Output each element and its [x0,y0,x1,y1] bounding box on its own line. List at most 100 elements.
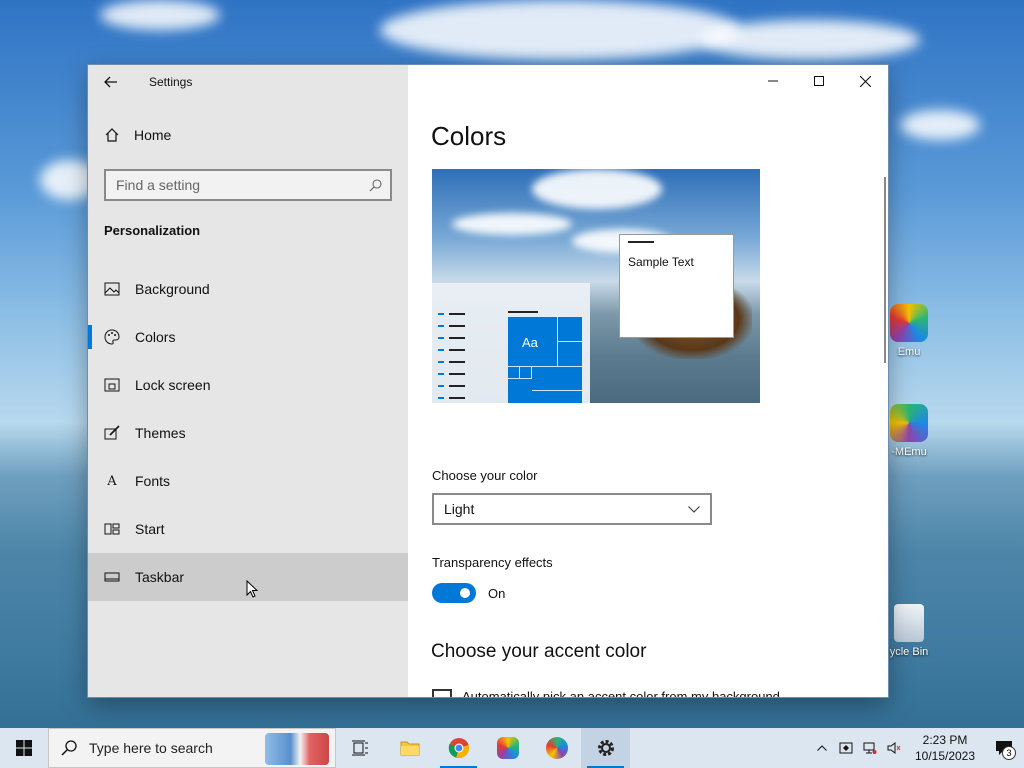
sidebar-item-label: Start [135,521,165,537]
transparency-label: Transparency effects [432,555,553,570]
checkbox-label: Automatically pick an accent color from … [462,689,780,697]
preview-window: Sample Text [619,234,734,338]
cloud [700,20,920,60]
toggle-switch[interactable] [432,583,476,603]
file-explorer-button[interactable] [385,728,434,768]
preview-tile-label: Aa [522,335,538,350]
section-heading: Personalization [104,223,201,238]
close-button[interactable] [842,65,888,97]
memu-icon [890,304,928,342]
recycle-bin-icon [894,604,924,642]
personalization-nav: Background Colors Lock screen Themes A F… [88,265,408,601]
start-button[interactable] [0,728,48,768]
sidebar-item-label: Background [135,281,210,297]
taskbar-clock[interactable]: 2:23 PM 10/15/2023 [906,732,984,764]
volume-button[interactable] [882,728,906,768]
memu-icon [496,737,519,759]
action-center-button[interactable]: 3 [984,728,1024,768]
back-button[interactable] [88,65,134,99]
sidebar-item-fonts[interactable]: A Fonts [88,457,408,505]
minimize-button[interactable] [750,65,796,97]
find-setting-search[interactable] [104,169,392,201]
show-hidden-icons-button[interactable] [810,728,834,768]
home-icon [105,128,119,142]
chrome-button[interactable] [434,728,483,768]
windows-logo-icon [16,740,32,756]
brush-icon [104,425,120,441]
chevron-up-icon [817,745,827,751]
taskbar: Type here to search 2:23 PM 10/15/2023 3 [0,728,1024,768]
memu-multi-icon [545,737,568,759]
settings-window: Settings Home Personalization Background… [88,65,888,697]
close-icon [859,75,871,87]
preview-tile-header [508,311,538,313]
preview-tile [520,367,532,379]
checkbox-box[interactable] [432,689,452,697]
memu-multi-button[interactable] [532,728,581,768]
home-link[interactable]: Home [104,127,171,143]
preview-window-bar [628,241,654,243]
notification-count: 3 [1002,746,1016,760]
search-icon[interactable] [369,178,382,192]
preview-tile [558,342,582,367]
content-pane: Colors Aa Sample Text Choose your color … [408,65,888,697]
volume-muted-icon [887,742,901,754]
start-icon [104,521,120,537]
tray-app-button[interactable] [834,728,858,768]
choose-color-label: Choose your color [432,468,538,483]
mouse-cursor-icon [246,580,258,598]
home-label: Home [134,127,172,143]
cloud [380,0,740,60]
sidebar-item-label: Themes [135,425,186,441]
sidebar-item-colors[interactable]: Colors [88,313,408,361]
window-title: Settings [149,75,193,89]
sidebar-item-background[interactable]: Background [88,265,408,313]
clock-time: 2:23 PM [922,733,968,747]
taskbar-search[interactable]: Type here to search [48,728,336,768]
network-button[interactable] [858,728,882,768]
search-input[interactable] [116,177,369,193]
sidebar-item-lock-screen[interactable]: Lock screen [88,361,408,409]
dropdown-value: Light [444,501,475,517]
transparency-toggle[interactable]: On [432,583,505,603]
palette-icon [104,329,120,345]
file-explorer-icon [400,741,419,756]
settings-button[interactable] [581,728,630,768]
scrollbar[interactable] [884,177,886,363]
fonts-icon: A [107,473,117,489]
search-highlight-icon [265,733,329,765]
search-icon [49,740,89,756]
back-arrow-icon [104,76,117,88]
task-view-button[interactable] [336,728,385,768]
sidebar-item-themes[interactable]: Themes [88,409,408,457]
desktop-icon-label: -MEmu [891,446,927,458]
choose-color-dropdown[interactable]: Light [432,493,712,525]
preview-tile [532,367,582,391]
preview-sample-text: Sample Text [628,255,694,269]
network-icon [863,742,877,754]
maximize-icon [814,76,824,86]
minimize-icon [768,80,778,82]
sidebar-item-label: Colors [135,329,176,345]
chevron-down-icon [688,505,700,513]
desktop-icon-label: Emu [897,346,921,358]
taskbar-search-placeholder: Type here to search [89,740,213,756]
toggle-state: On [488,585,506,601]
lock-screen-icon [104,377,120,393]
maximize-button[interactable] [796,65,842,97]
preview-cloud [452,213,572,235]
chrome-icon [448,738,469,758]
preview-tiles: Aa [508,317,582,403]
cloud [900,110,980,140]
preview-tile [558,317,582,342]
preview-cloud [532,169,662,209]
taskbar-icon [104,569,120,585]
window-controls [750,65,888,97]
auto-accent-checkbox[interactable]: Automatically pick an accent color from … [432,689,780,697]
clock-date: 10/15/2023 [914,749,976,763]
preview-app-list [438,313,470,403]
memu-button[interactable] [483,728,532,768]
tray-app-icon [839,742,853,754]
sidebar-item-start[interactable]: Start [88,505,408,553]
sidebar-item-label: Fonts [135,473,171,489]
